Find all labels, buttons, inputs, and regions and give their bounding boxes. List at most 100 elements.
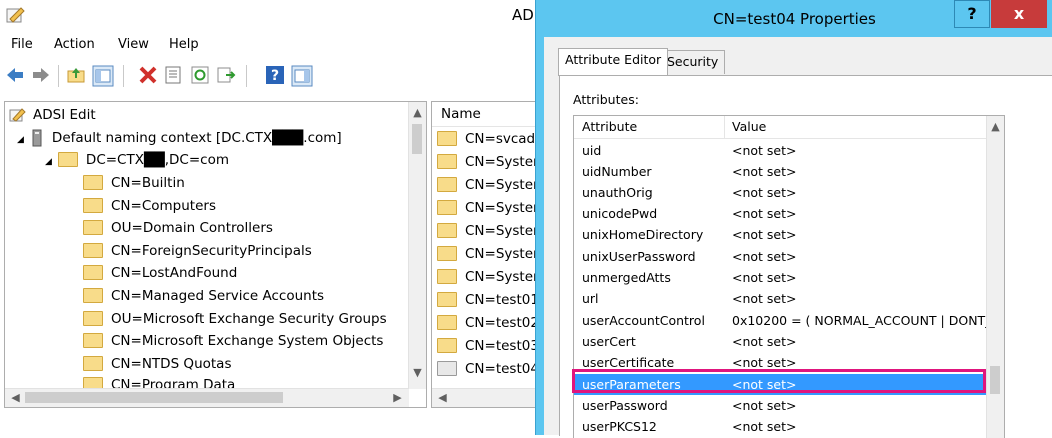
delete-icon[interactable]	[138, 65, 158, 85]
dialog-help-button[interactable]: ?	[954, 0, 990, 28]
tree-item[interactable]: CN=NTDS Quotas	[83, 353, 231, 375]
list-item[interactable]: CN=System	[437, 174, 544, 197]
list-item[interactable]: CN=test02	[437, 312, 539, 335]
scroll-thumb[interactable]	[25, 392, 283, 403]
column-header-value[interactable]: Value	[732, 116, 766, 138]
menu-view[interactable]: View	[118, 37, 149, 52]
list-item[interactable]: CN=System	[437, 266, 544, 289]
attribute-row[interactable]: unixUserPassword <not set>	[574, 246, 986, 267]
attribute-row[interactable]: userPKCS12 <not set>	[574, 416, 986, 437]
list-horizontal-scrollbar[interactable]: ◀	[432, 388, 544, 407]
list-item[interactable]: CN=test01	[437, 289, 539, 312]
tree-item-label: CN=Microsoft Exchange System Objects	[111, 333, 384, 349]
attribute-value: <not set>	[732, 398, 797, 413]
list-item[interactable]: CN=System	[437, 243, 544, 266]
attribute-value: <not set>	[732, 164, 797, 179]
toolbar-separator	[123, 65, 124, 87]
attribute-row[interactable]: userPassword <not set>	[574, 395, 986, 416]
folder-icon	[437, 199, 457, 215]
attribute-name: url	[582, 291, 599, 306]
attribute-name: uid	[582, 143, 602, 158]
attribute-row[interactable]: userCert <not set>	[574, 331, 986, 352]
tree-item[interactable]: CN=Builtin	[83, 172, 185, 194]
show-action-pane-icon[interactable]	[291, 65, 313, 87]
results-list: Name CN=svcadf CN=System CN=System CN=Sy…	[431, 101, 545, 408]
tree-vertical-scrollbar[interactable]: ▲ ▼	[408, 102, 426, 389]
scroll-thumb[interactable]	[990, 366, 1000, 394]
menu-bar: File Action View Help	[0, 33, 540, 59]
folder-icon	[437, 245, 457, 261]
list-item-label: CN=test02	[465, 315, 539, 331]
folder-icon	[83, 197, 103, 213]
export-list-icon[interactable]	[216, 65, 236, 85]
scroll-right-icon[interactable]: ▶	[389, 389, 406, 406]
tree-item[interactable]: CN=LostAndFound	[83, 262, 237, 284]
attribute-row[interactable]: unmergedAtts <not set>	[574, 267, 986, 288]
column-divider[interactable]	[724, 116, 725, 138]
list-item[interactable]: CN=test03	[437, 335, 539, 358]
list-item-label: CN=test04	[465, 361, 539, 377]
menu-help[interactable]: Help	[169, 37, 199, 52]
attributes-vertical-scrollbar[interactable]: ▲	[986, 116, 1004, 438]
refresh-icon[interactable]	[190, 65, 210, 85]
tree-root-adsi-edit[interactable]: ADSI Edit	[9, 104, 96, 126]
back-arrow-icon[interactable]	[5, 65, 25, 85]
console-tree: ADSI Edit ◢ Default naming context [DC.CT…	[4, 101, 427, 408]
scroll-up-icon[interactable]: ▲	[409, 104, 426, 121]
list-item[interactable]: CN=System	[437, 197, 544, 220]
tree-item[interactable]: OU=Domain Controllers	[83, 217, 273, 239]
attribute-row[interactable]: url <not set>	[574, 288, 986, 309]
attribute-row[interactable]: unixHomeDirectory <not set>	[574, 224, 986, 245]
expanded-triangle-icon[interactable]: ◢	[45, 157, 52, 167]
show-hide-console-tree-icon[interactable]	[92, 65, 114, 87]
list-item[interactable]: CN=System	[437, 220, 544, 243]
tab-security[interactable]: Security	[660, 50, 726, 74]
folder-icon	[437, 176, 457, 192]
list-item[interactable]: CN=test04	[437, 358, 539, 381]
scroll-left-icon[interactable]: ◀	[434, 389, 451, 406]
scroll-left-icon[interactable]: ◀	[7, 389, 24, 406]
up-folder-icon[interactable]	[66, 65, 86, 85]
folder-icon	[83, 332, 103, 348]
folder-icon	[437, 268, 457, 284]
folder-icon	[437, 291, 457, 307]
menu-action[interactable]: Action	[54, 37, 95, 52]
tree-item[interactable]: CN=Managed Service Accounts	[83, 285, 324, 307]
tree-node-domain[interactable]: ◢ DC=CTX██,DC=com	[45, 149, 229, 171]
tab-attribute-editor[interactable]: Attribute Editor	[558, 48, 669, 76]
help-icon[interactable]: ?	[265, 65, 285, 85]
folder-icon	[57, 151, 78, 167]
tree-item-label: OU=Microsoft Exchange Security Groups	[111, 311, 387, 327]
folder-icon	[83, 310, 103, 326]
dialog-close-button[interactable]: x	[991, 0, 1047, 28]
attributes-header: Attribute Value	[574, 116, 986, 139]
toolbar-separator	[246, 65, 247, 87]
menu-file[interactable]: File	[11, 37, 33, 52]
column-header-name[interactable]: Name	[432, 102, 544, 127]
column-header-attribute[interactable]: Attribute	[582, 116, 637, 138]
attribute-row[interactable]: userAccountControl 0x10200 = ( NORMAL_ACC…	[574, 310, 999, 331]
scroll-up-icon[interactable]: ▲	[987, 118, 1004, 135]
folder-icon	[83, 219, 103, 235]
tree-item[interactable]: CN=Computers	[83, 195, 216, 217]
toolbar: ?	[0, 61, 540, 91]
tree-item[interactable]: OU=Microsoft Exchange Security Groups	[83, 308, 387, 330]
folder-icon	[437, 360, 457, 376]
list-item[interactable]: CN=System	[437, 151, 544, 174]
tree-node-default-naming-context[interactable]: ◢ Default naming context [DC.CTX███.com]	[17, 127, 342, 149]
scroll-thumb[interactable]	[412, 124, 422, 154]
attribute-value: <not set>	[732, 249, 797, 264]
folder-icon	[83, 174, 103, 190]
scroll-down-icon[interactable]: ▼	[409, 364, 426, 381]
expanded-triangle-icon[interactable]: ◢	[17, 135, 24, 145]
attribute-row[interactable]: uidNumber <not set>	[574, 161, 986, 182]
attribute-row[interactable]: unicodePwd <not set>	[574, 203, 986, 224]
list-item[interactable]: CN=svcadf	[437, 128, 540, 151]
tree-item[interactable]: CN=ForeignSecurityPrincipals	[83, 240, 312, 262]
attribute-row[interactable]: unauthOrig <not set>	[574, 182, 986, 203]
forward-arrow-icon[interactable]	[31, 65, 51, 85]
tree-horizontal-scrollbar[interactable]: ◀ ▶	[5, 388, 409, 407]
properties-icon[interactable]	[163, 65, 183, 85]
attribute-row[interactable]: uid <not set>	[574, 140, 986, 161]
tree-item[interactable]: CN=Microsoft Exchange System Objects	[83, 330, 383, 352]
